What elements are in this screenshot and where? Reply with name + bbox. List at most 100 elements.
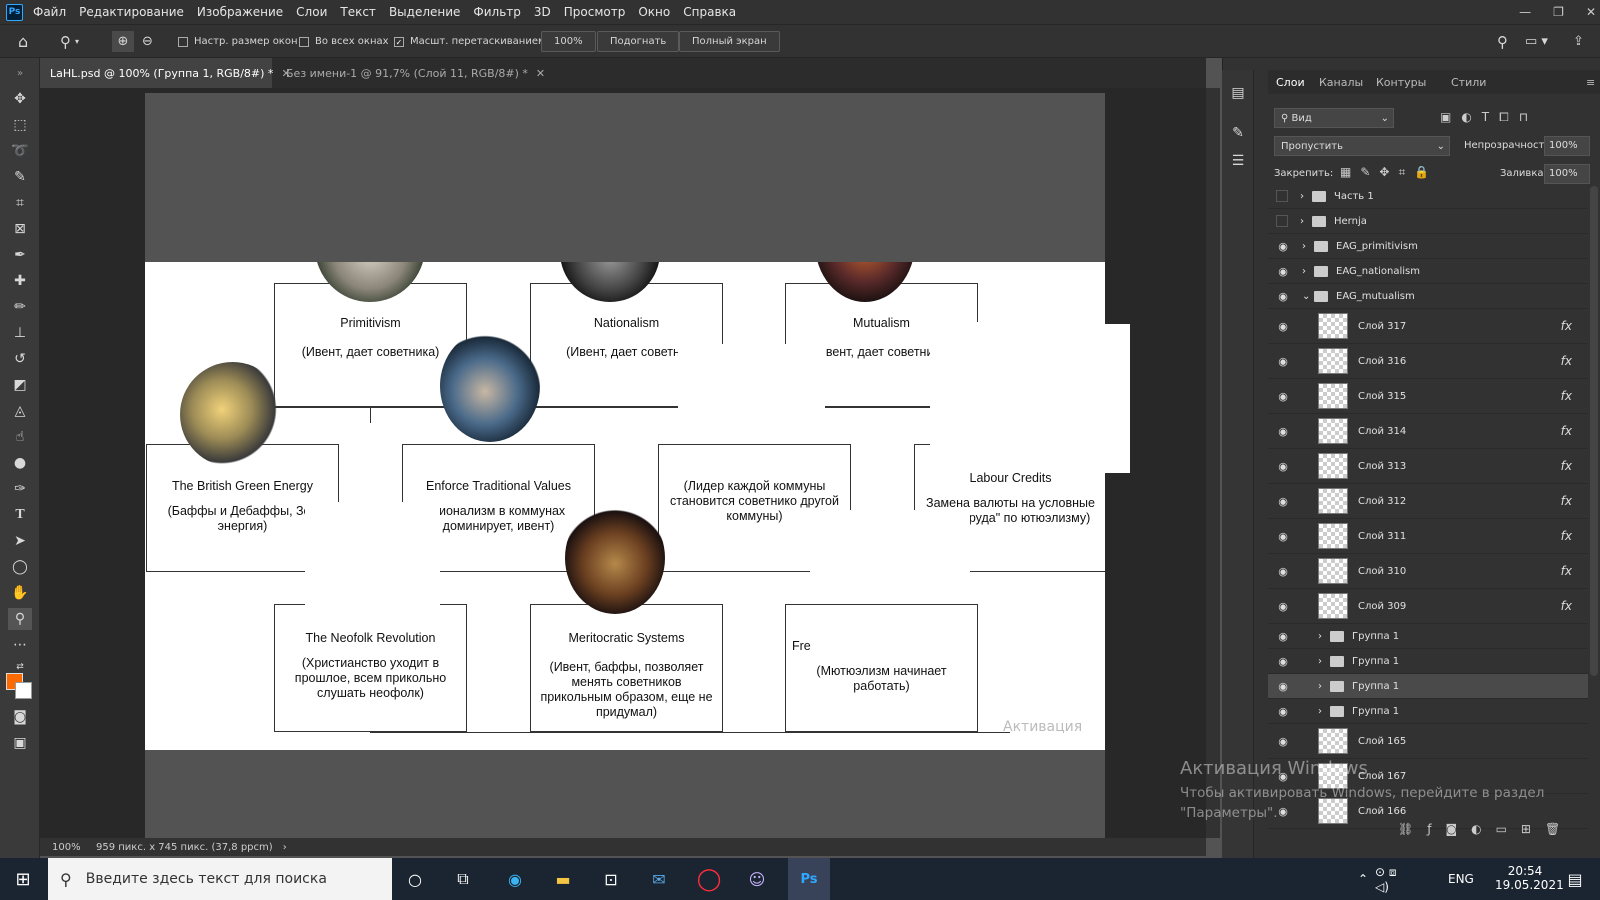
- mail-icon[interactable]: ✉: [646, 866, 672, 892]
- layer-row[interactable]: ◉ Слой 317 fx: [1268, 309, 1588, 344]
- move-tool-icon[interactable]: ✥: [8, 88, 32, 110]
- layer-effects-icon[interactable]: fx: [1561, 459, 1572, 473]
- eye-icon[interactable]: ◉: [1276, 289, 1290, 303]
- layer-row[interactable]: ◉ Слой 312 fx: [1268, 484, 1588, 519]
- dodge-tool-icon[interactable]: ●: [8, 452, 32, 474]
- menu-help[interactable]: Справка: [683, 5, 736, 19]
- eye-icon[interactable]: ◉: [1276, 424, 1290, 438]
- store-icon[interactable]: ⊡: [598, 866, 624, 892]
- layer-group-row[interactable]: ◉ › Группа 1: [1268, 674, 1588, 699]
- eye-icon[interactable]: ◉: [1276, 494, 1290, 508]
- chevron-right-icon[interactable]: ›: [1302, 241, 1310, 252]
- paint-bucket-icon[interactable]: ◬: [8, 400, 32, 422]
- opera-icon[interactable]: ◯: [696, 866, 722, 892]
- zoom-tool-icon[interactable]: ⚲ ▾: [60, 31, 79, 52]
- eye-icon[interactable]: ◉: [1276, 599, 1290, 613]
- chevron-right-icon[interactable]: ›: [1302, 266, 1310, 277]
- status-zoom[interactable]: 100%: [52, 842, 92, 853]
- type-tool-icon[interactable]: T: [8, 504, 32, 526]
- marquee-tool-icon[interactable]: ⬚: [8, 114, 32, 136]
- taskbar-search[interactable]: ⚲ Введите здесь текст для поиска: [48, 858, 392, 900]
- menu-type[interactable]: Текст: [340, 5, 376, 19]
- tab-styles[interactable]: Стили: [1451, 76, 1486, 89]
- file-explorer-icon[interactable]: ▬: [550, 866, 576, 892]
- fit-screen-button[interactable]: Подогнать: [597, 31, 680, 52]
- menu-edit[interactable]: Редактирование: [79, 5, 184, 19]
- layer-row[interactable]: ◉ Слой 313 fx: [1268, 449, 1588, 484]
- hand-tool-icon[interactable]: ✋: [8, 582, 32, 604]
- layer-row[interactable]: ◉ Слой 311 fx: [1268, 519, 1588, 554]
- eye-icon[interactable]: ◉: [1276, 264, 1290, 278]
- language-indicator[interactable]: ENG: [1448, 872, 1474, 886]
- smudge-tool-icon[interactable]: ☝: [8, 426, 32, 448]
- chevron-right-icon[interactable]: ›: [1318, 681, 1326, 692]
- eye-icon[interactable]: ◉: [1276, 704, 1290, 718]
- eye-icon[interactable]: ◉: [1276, 654, 1290, 668]
- blend-mode-select[interactable]: Пропустить ⌄: [1274, 136, 1450, 156]
- layer-row[interactable]: ◉ Слой 316 fx: [1268, 344, 1588, 379]
- chevron-right-icon[interactable]: ›: [1300, 191, 1308, 202]
- lock-icons[interactable]: ▦✎✥⌗🔒: [1340, 165, 1438, 180]
- layer-filter-select[interactable]: ⚲ Вид ⌄: [1274, 108, 1394, 128]
- history-panel-icon[interactable]: ▤: [1226, 82, 1250, 104]
- eye-icon[interactable]: ◉: [1276, 679, 1290, 693]
- panel-menu-icon[interactable]: ≡: [1586, 76, 1595, 89]
- eye-icon[interactable]: ◉: [1276, 629, 1290, 643]
- layer-effects-icon[interactable]: fx: [1561, 354, 1572, 368]
- layer-group-row[interactable]: ◉ › Группа 1: [1268, 624, 1588, 649]
- resize-windows-checkbox[interactable]: Настр. размер окон: [178, 31, 298, 52]
- layer-row[interactable]: ◉ Слой 310 fx: [1268, 554, 1588, 589]
- chevron-right-icon[interactable]: ›: [1318, 706, 1326, 717]
- zoom-out-icon[interactable]: ⊖: [142, 31, 153, 52]
- menu-view[interactable]: Просмотр: [564, 5, 626, 19]
- eye-icon[interactable]: ◉: [1276, 319, 1290, 333]
- chevron-right-icon[interactable]: ›: [1318, 656, 1326, 667]
- menu-image[interactable]: Изображение: [197, 5, 283, 19]
- layer-effects-icon[interactable]: fx: [1561, 389, 1572, 403]
- layer-footer-icons[interactable]: ⛓ƒ◙◐▭⊞🗑: [1398, 822, 1574, 836]
- eye-icon[interactable]: ◉: [1276, 389, 1290, 403]
- notifications-icon[interactable]: ▤: [1562, 866, 1588, 892]
- lasso-tool-icon[interactable]: ➰: [8, 140, 32, 162]
- filter-icons[interactable]: ▣◐T⧠⊓: [1440, 110, 1538, 125]
- edge-icon[interactable]: ◉: [502, 866, 528, 892]
- eye-icon[interactable]: ◉: [1276, 354, 1290, 368]
- tab-layers[interactable]: Слои: [1276, 76, 1305, 89]
- tab-paths[interactable]: Контуры: [1376, 76, 1426, 89]
- task-view-icon[interactable]: ⧉: [450, 866, 476, 892]
- cortana-icon[interactable]: ○: [402, 866, 428, 892]
- pen-tool-icon[interactable]: ✑: [8, 478, 32, 500]
- layers-scrollbar[interactable]: [1590, 186, 1598, 676]
- layer-row[interactable]: ◉ Слой 309 fx: [1268, 589, 1588, 624]
- layer-group-row[interactable]: ◉ › EAG_primitivism: [1268, 234, 1588, 259]
- layer-group-row[interactable]: › Hernja: [1268, 209, 1588, 234]
- stamp-tool-icon[interactable]: ⊥: [8, 322, 32, 344]
- layer-group-row[interactable]: ◉ › Группа 1: [1268, 699, 1588, 724]
- layer-row[interactable]: ◉ Слой 165: [1268, 724, 1588, 759]
- chevron-right-icon[interactable]: ›: [1300, 216, 1308, 227]
- visibility-off-icon[interactable]: [1276, 215, 1288, 227]
- layer-effects-icon[interactable]: fx: [1561, 599, 1572, 613]
- layer-effects-icon[interactable]: fx: [1561, 494, 1572, 508]
- eye-icon[interactable]: ◉: [1276, 459, 1290, 473]
- close-tab-icon[interactable]: ✕: [536, 67, 545, 80]
- home-icon[interactable]: ⌂: [18, 31, 28, 52]
- eye-icon[interactable]: ◉: [1276, 239, 1290, 253]
- zoom-in-icon[interactable]: ⊕: [112, 31, 134, 52]
- vertical-scrollbar[interactable]: [1206, 88, 1220, 838]
- opacity-input[interactable]: 100%: [1544, 136, 1590, 156]
- menu-window[interactable]: Окно: [638, 5, 670, 19]
- adjustments-icon[interactable]: ☰: [1226, 150, 1250, 172]
- fill-screen-button[interactable]: Полный экран: [679, 31, 780, 52]
- maximize-button[interactable]: ❐: [1553, 5, 1564, 19]
- layer-group-row[interactable]: ◉ › EAG_nationalism: [1268, 259, 1588, 284]
- tray-icons[interactable]: ⊙ ⧈ ◁): [1375, 865, 1401, 894]
- focus-tree-image[interactable]: Primitivism (Ивент, дает советника) Nati…: [145, 262, 1105, 750]
- clock[interactable]: 20:54 19.05.2021: [1495, 864, 1564, 892]
- healing-brush-icon[interactable]: ✚: [8, 270, 32, 292]
- collapse-toolbar-icon[interactable]: »: [8, 62, 32, 84]
- tab-lahl[interactable]: LaHL.psd @ 100% (Группа 1, RGB/8#) * ✕: [40, 58, 291, 88]
- menu-filter[interactable]: Фильтр: [473, 5, 520, 19]
- history-brush-icon[interactable]: ↺: [8, 348, 32, 370]
- zoom-tool-active-icon[interactable]: ⚲: [8, 608, 32, 630]
